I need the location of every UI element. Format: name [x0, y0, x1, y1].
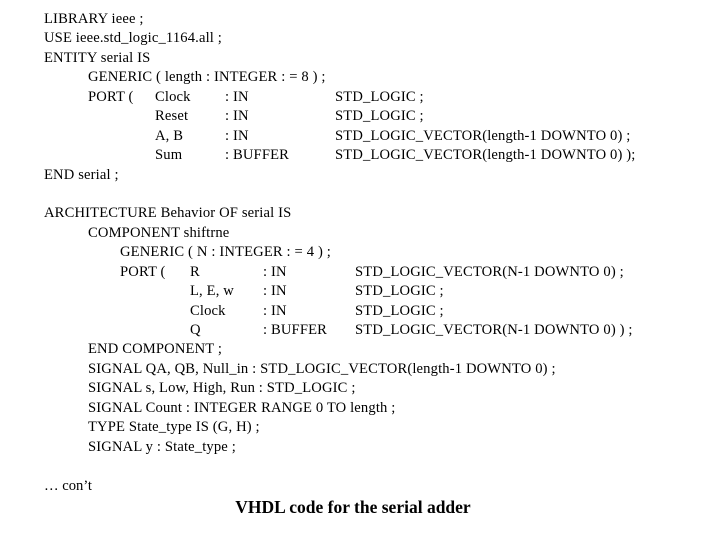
vhdl-code-block: LIBRARY ieee ; USE ieee.std_logic_1164.a…	[44, 10, 720, 457]
use-statement: USE ieee.std_logic_1164.all ;	[44, 30, 222, 47]
port-name: Clock	[190, 302, 226, 319]
code-line: SIGNAL s, Low, High, Run : STD_LOGIC ;	[44, 379, 720, 398]
end-entity-statement: END serial ;	[44, 166, 119, 183]
code-line: PORT ( Clock : IN STD_LOGIC ;	[44, 88, 720, 107]
code-line: Clock : IN STD_LOGIC ;	[44, 302, 720, 321]
signal-declaration: SIGNAL y : State_type ;	[88, 438, 236, 455]
entity-port-keyword: PORT (	[88, 88, 134, 105]
entity-generic-clause: GENERIC ( length : INTEGER : = 8 ) ;	[88, 69, 326, 86]
port-type: STD_LOGIC_VECTOR(N-1 DOWNTO 0) ) ;	[355, 322, 633, 338]
port-type: STD_LOGIC_VECTOR(length-1 DOWNTO 0) ;	[335, 127, 631, 144]
code-line: GENERIC ( N : INTEGER : = 4 ) ;	[44, 243, 720, 262]
port-direction: : BUFFER	[263, 322, 328, 338]
port-name: Reset	[155, 108, 189, 125]
port-name: R	[190, 263, 200, 280]
architecture-declaration: ARCHITECTURE Behavior OF serial IS	[44, 205, 292, 222]
port-name: Sum	[155, 147, 183, 164]
component-declaration: COMPONENT shiftrne	[88, 224, 230, 241]
code-line: END serial ;	[44, 166, 720, 185]
component-generic-clause: GENERIC ( N : INTEGER : = 4 ) ;	[120, 244, 331, 261]
port-direction: : IN	[263, 302, 287, 319]
code-line: ARCHITECTURE Behavior OF serial IS	[44, 204, 720, 223]
port-type: STD_LOGIC ;	[335, 88, 424, 105]
end-component-statement: END COMPONENT ;	[88, 341, 223, 358]
code-line: Q : BUFFER STD_LOGIC_VECTOR(N-1 DOWNTO 0…	[44, 321, 720, 340]
slide-canvas: LIBRARY ieee ; USE ieee.std_logic_1164.a…	[0, 0, 720, 540]
port-name: Clock	[155, 88, 191, 105]
port-type: STD_LOGIC_VECTOR(N-1 DOWNTO 0) ;	[355, 263, 624, 280]
port-type: STD_LOGIC_VECTOR(length-1 DOWNTO 0) );	[335, 147, 636, 164]
port-name: L, E, w	[190, 283, 234, 300]
code-line: LIBRARY ieee ;	[44, 10, 720, 29]
code-line: USE ieee.std_logic_1164.all ;	[44, 29, 720, 48]
signal-declaration: SIGNAL QA, QB, Null_in : STD_LOGIC_VECTO…	[88, 360, 556, 377]
type-declaration: TYPE State_type IS (G, H) ;	[88, 419, 260, 436]
entity-declaration: ENTITY serial IS	[44, 49, 151, 66]
port-direction: : IN	[225, 108, 249, 125]
port-direction: : IN	[263, 263, 287, 280]
port-type: STD_LOGIC ;	[355, 283, 444, 300]
signal-declaration: SIGNAL Count : INTEGER RANGE 0 TO length…	[88, 399, 396, 416]
code-line: SIGNAL Count : INTEGER RANGE 0 TO length…	[44, 399, 720, 418]
port-direction: : BUFFER	[225, 147, 290, 164]
port-name: Q	[190, 322, 201, 338]
code-line: SIGNAL y : State_type ;	[44, 438, 720, 457]
code-line: COMPONENT shiftrne	[44, 224, 720, 243]
code-line: SIGNAL QA, QB, Null_in : STD_LOGIC_VECTO…	[44, 360, 720, 379]
port-direction: : IN	[263, 283, 287, 300]
continuation-note: … con’t	[44, 478, 92, 494]
port-type: STD_LOGIC ;	[355, 302, 444, 319]
code-line: END COMPONENT ;	[44, 340, 720, 359]
slide-caption: VHDL code for the serial adder	[235, 497, 471, 517]
code-line: A, B : IN STD_LOGIC_VECTOR(length-1 DOWN…	[44, 127, 720, 146]
code-line: Reset : IN STD_LOGIC ;	[44, 107, 720, 126]
code-line: TYPE State_type IS (G, H) ;	[44, 418, 720, 437]
code-line: GENERIC ( length : INTEGER : = 8 ) ;	[44, 68, 720, 87]
signal-declaration: SIGNAL s, Low, High, Run : STD_LOGIC ;	[88, 380, 356, 397]
port-direction: : IN	[225, 88, 249, 105]
port-name: A, B	[155, 127, 184, 144]
code-line: ENTITY serial IS	[44, 49, 720, 68]
code-line: Sum : BUFFER STD_LOGIC_VECTOR(length-1 D…	[44, 146, 720, 165]
code-line: L, E, w : IN STD_LOGIC ;	[44, 282, 720, 301]
code-line: PORT ( R : IN STD_LOGIC_VECTOR(N-1 DOWNT…	[44, 263, 720, 282]
port-type: STD_LOGIC ;	[335, 108, 424, 125]
library-statement: LIBRARY ieee ;	[44, 11, 144, 27]
port-direction: : IN	[225, 127, 249, 144]
component-port-keyword: PORT (	[120, 263, 166, 280]
